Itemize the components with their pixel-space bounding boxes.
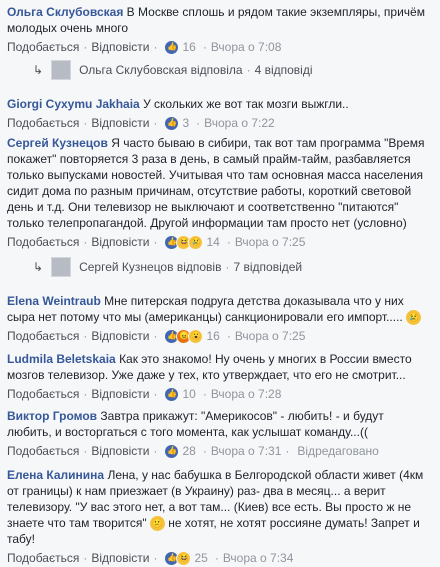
comment-text: У скольких же вот так мозги выжгли.. — [143, 97, 349, 111]
like-button[interactable]: Подобається — [7, 234, 79, 250]
reactions[interactable]: 👍 😠 😮 16 — [164, 328, 220, 344]
comment: Giorgi Cyxymu Jakhaia У скольких же вот … — [0, 96, 440, 131]
comment-actions: Подобається · Відповісти · 👍 16 · Вчора … — [7, 39, 282, 55]
reactions[interactable]: 👍 3 — [164, 115, 189, 131]
reactions[interactable]: 👍 28 — [164, 443, 196, 459]
reaction-count: 3 — [182, 116, 190, 130]
sad-emoji-icon: 😢 — [406, 310, 422, 326]
comment: Ольга Склубовская В Москве сплошь и рядо… — [0, 4, 440, 55]
avatar — [51, 60, 72, 80]
reaction-count: 25 — [194, 551, 208, 566]
haha-reaction-icon: 😆 — [176, 550, 192, 566]
reply-count: 4 відповіді — [254, 63, 313, 77]
comment-text: Я часто бываю в сибири, так вот там прог… — [111, 136, 425, 150]
like-reaction-icon: 👍 — [164, 386, 180, 402]
comment-text: только выпусками новостей. Учитывая что … — [7, 168, 424, 182]
edited-label[interactable]: Відредаговано — [297, 443, 378, 459]
comment-timestamp[interactable]: Вчора о 7:25 — [235, 328, 306, 344]
reactions[interactable]: 👍 10 — [164, 386, 196, 402]
comment: Елена Калинина Лена, у нас бабушка в Бел… — [0, 467, 440, 566]
comment-text: только телепропагандой. Другой информаци… — [7, 216, 407, 230]
sad-reaction-icon: 😢 — [188, 234, 204, 250]
comment-text: табу! — [7, 532, 35, 547]
comment: Виктор Громов Завтра прикажут: "Америкос… — [0, 408, 440, 459]
comment-timestamp[interactable]: Вчора о 7:34 — [223, 550, 294, 566]
like-reaction-icon: 👍 — [164, 115, 180, 131]
comment-timestamp[interactable]: Вчора о 7:28 — [211, 386, 282, 402]
reply-button[interactable]: Відповісти — [91, 550, 149, 566]
comment-text: молодых очень много — [7, 21, 129, 35]
comment-text: от границы) к нам приезжает (в Украину) … — [7, 484, 386, 498]
comment-author[interactable]: Elena Weintraub — [7, 294, 101, 308]
reply-count: 7 відповідей — [233, 260, 303, 274]
reply-button[interactable]: Відповісти — [91, 328, 149, 344]
reply-arrow-icon: ↳ — [33, 63, 44, 77]
comment-author[interactable]: Виктор Громов — [7, 409, 97, 423]
comment-author[interactable]: Сергей Кузнецов — [7, 136, 108, 150]
comment-actions: Подобається · Відповісти · 👍 😆 😢 14 · Вч… — [7, 234, 306, 250]
comment-author[interactable]: Giorgi Cyxymu Jakhaia — [7, 97, 140, 111]
comment-text: В Москве сплошь и рядом такие экземпляры… — [126, 5, 425, 19]
comment-actions: Подобається · Відповісти · 👍 😆 25 · Вчор… — [7, 550, 294, 566]
comment: Сергей Кузнецов Я часто бываю в сибири, … — [0, 135, 440, 250]
comment-text: Мне питерская подруга детства доказывала… — [104, 294, 404, 308]
comment-text: Лена, у нас бабушка в Белгородской облас… — [107, 468, 424, 482]
wow-reaction-icon: 😮 — [188, 328, 204, 344]
like-reaction-icon: 👍 — [164, 39, 180, 55]
comment-text: сыра нет потому что мы (американцы) санк… — [7, 310, 403, 324]
like-button[interactable]: Подобається — [7, 39, 79, 55]
reactions[interactable]: 👍 😆 25 — [164, 550, 208, 566]
reaction-count: 16 — [182, 40, 196, 54]
reply-button[interactable]: Відповісти — [91, 386, 149, 402]
comment-author[interactable]: Елена Калинина — [7, 468, 104, 482]
comment-text: не хотят, не хотят россияне думать! Запр… — [168, 516, 420, 530]
reactions[interactable]: 👍 16 — [164, 39, 196, 55]
reactions[interactable]: 👍 😆 😢 14 — [164, 234, 220, 250]
confused-emoji-icon: 😕 — [149, 516, 165, 532]
comment-text: Как это знакомо! Ну очень у многих в Рос… — [119, 352, 412, 366]
like-button[interactable]: Подобається — [7, 550, 79, 566]
comment-timestamp[interactable]: Вчора о 7:31 — [211, 443, 282, 459]
reply-button[interactable]: Відповісти — [91, 443, 149, 459]
reply-arrow-icon: ↳ — [33, 260, 44, 274]
comment: Ludmila Beletskaia Как это знакомо! Ну о… — [0, 351, 440, 402]
reaction-count: 10 — [182, 387, 196, 401]
comment-timestamp[interactable]: Вчора о 7:25 — [235, 234, 306, 250]
comment-text: знаете что там творится" — [7, 516, 147, 530]
like-button[interactable]: Подобається — [7, 115, 79, 131]
reply-author: Ольга Склубовская — [79, 63, 188, 77]
comment-timestamp[interactable]: Вчора о 7:22 — [204, 115, 275, 131]
comment-timestamp[interactable]: Вчора о 7:08 — [211, 39, 282, 55]
comment-text: мозгов телевизор. Уже даже у тех, кто ут… — [7, 368, 406, 382]
reaction-count: 28 — [182, 444, 196, 458]
like-button[interactable]: Подобається — [7, 443, 79, 459]
comment-text: любить, и восторгаться с того момента, к… — [7, 425, 368, 439]
reply-button[interactable]: Відповісти — [91, 115, 149, 131]
reply-button[interactable]: Відповісти — [91, 234, 149, 250]
comment-actions: Подобається · Відповісти · 👍 10 · Вчора … — [7, 386, 282, 402]
comment-text: день и т.д. Они телевизор не выключают и… — [7, 200, 399, 214]
comment-actions: Подобається · Відповісти · 👍 3 · Вчора о… — [7, 115, 275, 131]
comment-actions: Подобається · Відповісти · 👍 28 · Вчора … — [7, 443, 379, 459]
comment-text: телевизору. "У вас этого нет, а вот там.… — [7, 500, 412, 514]
comment: Elena Weintraub Мне питерская подруга де… — [0, 293, 440, 344]
comment-author[interactable]: Ludmila Beletskaia — [7, 352, 116, 366]
reaction-count: 16 — [206, 329, 220, 344]
like-button[interactable]: Подобається — [7, 386, 79, 402]
comment-author[interactable]: Ольга Склубовская — [7, 5, 123, 19]
comment-text: покажет" повторяется 3 раза в день, в са… — [7, 152, 411, 166]
view-replies-link[interactable]: ↳ Сергей Кузнецов відповів · 7 відповіде… — [0, 256, 302, 278]
like-button[interactable]: Подобається — [7, 328, 79, 344]
reply-author: Сергей Кузнецов — [79, 260, 174, 274]
comment-feed: Ольга Склубовская В Москве сплошь и рядо… — [0, 0, 440, 567]
reply-button[interactable]: Відповісти — [91, 39, 149, 55]
comment-actions: Подобається · Відповісти · 👍 😠 😮 16 · Вч… — [7, 328, 306, 344]
avatar — [51, 257, 72, 277]
reaction-count: 14 — [206, 235, 220, 249]
comment-text: Завтра прикажут: "Америкосов" - любить! … — [100, 409, 384, 423]
like-reaction-icon: 👍 — [164, 443, 180, 459]
view-replies-link[interactable]: ↳ Ольга Склубовская відповіла · 4 відпов… — [0, 59, 313, 81]
comment-text: сидит дома по разным причинам, отсутстви… — [7, 184, 412, 198]
